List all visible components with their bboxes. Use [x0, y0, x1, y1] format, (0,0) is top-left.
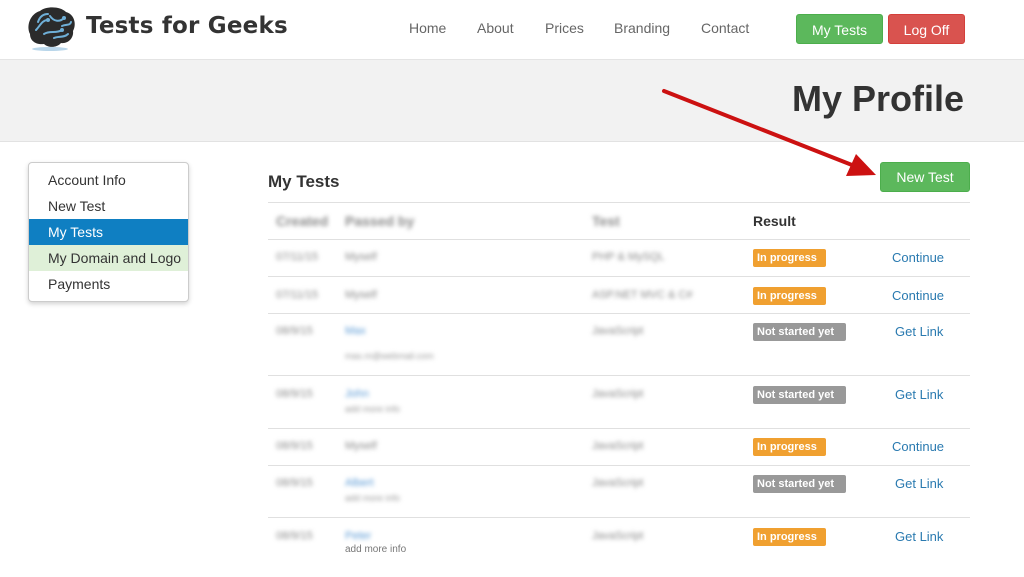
- continue-link[interactable]: Continue: [892, 288, 944, 303]
- row-divider: [268, 517, 970, 518]
- page-banner: My Profile: [0, 60, 1024, 142]
- status-badge: Not started yet: [753, 386, 846, 404]
- row-passed-by-detail: max.m@webmail.com: [345, 351, 434, 361]
- nav-prices[interactable]: Prices: [545, 20, 584, 36]
- row-divider: [268, 313, 970, 314]
- get-link[interactable]: Get Link: [895, 529, 943, 544]
- row-passed-by[interactable]: Peter: [345, 530, 371, 542]
- add-more-info-link[interactable]: add more info: [345, 544, 406, 555]
- brain-logo-icon[interactable]: [24, 4, 78, 52]
- continue-link[interactable]: Continue: [892, 439, 944, 454]
- get-link[interactable]: Get Link: [895, 324, 943, 339]
- row-test: PHP & MySQL: [592, 251, 665, 263]
- get-link[interactable]: Get Link: [895, 387, 943, 402]
- row-created: 07/11/15: [276, 251, 319, 263]
- continue-link[interactable]: Continue: [892, 250, 944, 265]
- section-title: My Tests: [268, 172, 340, 191]
- status-badge: In progress: [753, 249, 826, 267]
- nav-about[interactable]: About: [477, 20, 514, 36]
- profile-sidebar-menu: Account Info New Test My Tests My Domain…: [28, 162, 189, 302]
- status-badge: Not started yet: [753, 323, 846, 341]
- sidebar-item-new-test[interactable]: New Test: [29, 193, 188, 219]
- row-created: 08/9/15: [276, 530, 313, 542]
- row-created: 08/9/15: [276, 325, 313, 337]
- status-badge: In progress: [753, 438, 826, 456]
- row-divider: [268, 428, 970, 429]
- column-header-test: Test: [592, 213, 620, 229]
- row-divider: [268, 375, 970, 376]
- new-test-button[interactable]: New Test: [880, 162, 970, 192]
- status-badge: In progress: [753, 287, 826, 305]
- sidebar-item-my-tests[interactable]: My Tests: [29, 219, 188, 245]
- status-badge: Not started yet: [753, 475, 846, 493]
- row-test: ASP.NET MVC & C#: [592, 289, 693, 301]
- get-link[interactable]: Get Link: [895, 476, 943, 491]
- row-passed-by: Myself: [345, 251, 377, 263]
- row-created: 08/9/15: [276, 477, 313, 489]
- row-test: JavaScript: [592, 325, 644, 337]
- sidebar-item-my-domain-and-logo[interactable]: My Domain and Logo: [29, 245, 188, 271]
- nav-contact[interactable]: Contact: [701, 20, 749, 36]
- row-divider: [268, 465, 970, 466]
- row-created: 08/9/15: [276, 388, 313, 400]
- row-test: JavaScript: [592, 530, 644, 542]
- page-title: My Profile: [791, 78, 964, 119]
- sidebar-item-account-info[interactable]: Account Info: [29, 167, 188, 193]
- row-passed-by-detail[interactable]: add more info: [345, 404, 400, 414]
- column-header-created: Created: [276, 213, 329, 229]
- row-test: JavaScript: [592, 388, 644, 400]
- my-tests-button[interactable]: My Tests: [796, 14, 883, 44]
- top-header: Tests for Geeks Home About Prices Brandi…: [0, 0, 1024, 60]
- row-passed-by: Myself: [345, 440, 377, 452]
- row-passed-by[interactable]: John: [345, 388, 369, 400]
- nav-home[interactable]: Home: [409, 20, 446, 36]
- nav-branding[interactable]: Branding: [614, 20, 670, 36]
- row-created: 07/11/15: [276, 289, 319, 301]
- column-header-passed-by: Passed by: [345, 213, 415, 229]
- table-header-divider: [268, 239, 970, 240]
- row-divider: [268, 276, 970, 277]
- row-test: JavaScript: [592, 477, 644, 489]
- status-badge: In progress: [753, 528, 826, 546]
- log-off-button[interactable]: Log Off: [888, 14, 965, 44]
- row-test: JavaScript: [592, 440, 644, 452]
- brand-name[interactable]: Tests for Geeks: [86, 13, 288, 39]
- sidebar-item-payments[interactable]: Payments: [29, 271, 188, 297]
- column-header-result: Result: [753, 213, 796, 229]
- row-created: 08/9/15: [276, 440, 313, 452]
- row-passed-by-detail[interactable]: add more info: [345, 493, 400, 503]
- row-passed-by[interactable]: Max: [345, 325, 366, 337]
- row-passed-by: Myself: [345, 289, 377, 301]
- row-passed-by[interactable]: Albert: [345, 477, 374, 489]
